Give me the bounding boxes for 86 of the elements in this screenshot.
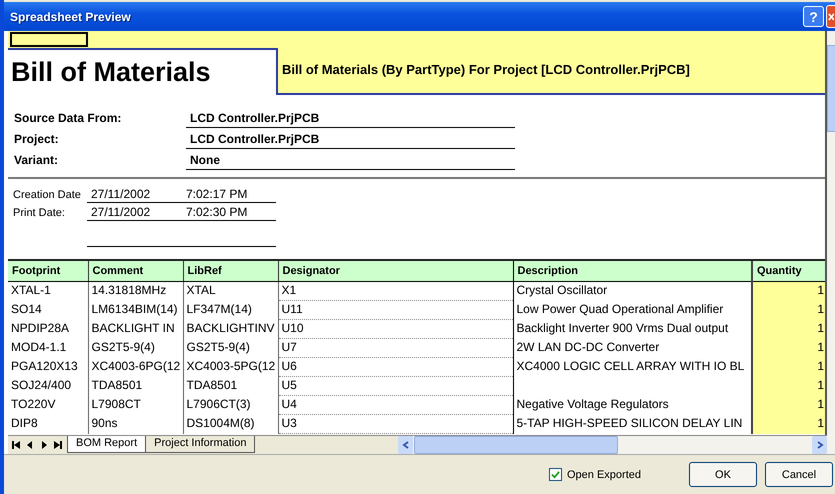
first-sheet-icon[interactable]: [10, 439, 22, 450]
field-value: None: [186, 153, 515, 170]
table-cell: BACKLIGHT IN: [92, 320, 175, 334]
table-cell: 90ns: [92, 416, 118, 430]
table-cell: Negative Voltage Regulators: [516, 396, 669, 410]
scroll-thumb[interactable]: [414, 436, 618, 454]
table-cell: U7: [282, 340, 297, 354]
table-cell: GS2T5-9(4): [186, 340, 250, 354]
table-cell: U11: [282, 302, 303, 316]
table-cell: TDA8501: [92, 378, 142, 392]
close-icon[interactable]: [828, 12, 834, 21]
table-cell: XC4000 LOGIC CELL ARRAY WITH IO BL: [516, 358, 744, 372]
table-cell: 1: [817, 358, 824, 372]
table-cell: XC4003-6PG(12: [92, 358, 180, 372]
table-cell: BACKLIGHTINV: [186, 320, 275, 334]
table-cell: U3: [282, 416, 297, 430]
table-cell: 1: [817, 283, 824, 297]
table-cell: 2W LAN DC-DC Converter: [516, 340, 660, 354]
table-cell: PGA120X13: [11, 358, 78, 372]
date-label: Print Date:: [12, 207, 66, 221]
time-value: 7:02:30 PM: [186, 205, 248, 220]
dialog-button[interactable]: OK: [689, 462, 757, 487]
column-header[interactable]: Quantity: [752, 260, 825, 282]
column-header[interactable]: Description: [513, 260, 752, 282]
column-header[interactable]: LibRef: [183, 260, 278, 282]
checkbox-label: Open Exported: [567, 468, 641, 480]
field-label: Variant:: [13, 153, 60, 169]
table-cell: DIP8: [11, 416, 38, 430]
table-cell: L7906CT(3): [186, 396, 251, 410]
help-button[interactable]: ?: [803, 6, 824, 27]
table-cell: LF347M(14): [186, 302, 252, 316]
table-cell: L7908CT: [92, 396, 141, 410]
table-cell: Backlight Inverter 900 Vrms Dual output: [516, 320, 728, 334]
table-cell: U5: [282, 378, 297, 392]
scroll-thumb[interactable]: [827, 45, 835, 132]
table-cell: NPDIP28A: [11, 320, 70, 334]
table-cell: 1: [817, 396, 824, 410]
column-header[interactable]: Designator: [278, 260, 513, 282]
dialog-button[interactable]: Cancel: [765, 462, 833, 487]
table-cell: XTAL: [186, 283, 216, 297]
vertical-scrollbar[interactable]: [827, 31, 835, 454]
column-header[interactable]: Footprint: [8, 260, 88, 282]
close-button[interactable]: [826, 5, 835, 28]
field-value: LCD Controller.PrjPCB: [186, 132, 515, 149]
field-value: LCD Controller.PrjPCB: [186, 111, 515, 128]
horizontal-scrollbar[interactable]: [398, 436, 827, 454]
table-cell: 14.31818MHz: [92, 283, 166, 297]
table-cell: XTAL-1: [11, 283, 51, 297]
time-value: 7:02:17 PM: [186, 187, 248, 202]
table-cell: SO14: [11, 302, 42, 316]
table-cell: Crystal Oscillator: [516, 283, 608, 297]
table-cell: LM6134BIM(14): [92, 302, 178, 316]
table-cell: X1: [282, 283, 296, 297]
sheet-tab[interactable]: Project Information: [145, 436, 256, 453]
report-subtitle: Bill of Materials (By PartType) For Project [LCD Controller.PrjPCB]: [282, 62, 690, 76]
table-cell: 1: [817, 378, 824, 392]
date-label: Creation Date: [12, 189, 82, 203]
table-cell: 1: [817, 416, 824, 430]
table-cell: 1: [817, 302, 824, 316]
selected-cell[interactable]: [10, 32, 88, 47]
table-cell: TO220V: [11, 396, 56, 410]
table-cell: SOJ24/400: [11, 378, 72, 392]
column-header[interactable]: Comment: [88, 260, 183, 282]
table-cell: MOD4-1.1: [11, 340, 66, 354]
sheet-tab[interactable]: BOM Report: [67, 436, 146, 453]
report-title: Bill of Materials: [8, 48, 278, 95]
checkbox[interactable]: [549, 468, 562, 481]
table-cell: U10: [282, 321, 304, 335]
table-cell: XC4003-5PG(12: [186, 358, 276, 372]
last-sheet-icon[interactable]: [52, 439, 64, 450]
table-cell: 5-TAP HIGH-SPEED SILICON DELAY LIN: [516, 416, 742, 430]
date-value: 27/11/2002: [90, 205, 152, 220]
table-cell: 1: [817, 320, 824, 334]
field-label: Project:: [13, 132, 60, 148]
scroll-right-icon[interactable]: [812, 436, 827, 454]
table-cell: U4: [282, 397, 297, 411]
date-value: 27/11/2002: [90, 187, 152, 202]
table-cell: DS1004M(8): [186, 416, 255, 430]
table-cell: GS2T5-9(4): [92, 340, 155, 354]
table-cell: TDA8501: [186, 378, 238, 392]
table-cell: U6: [282, 359, 297, 373]
table-cell: 1: [817, 340, 824, 354]
field-label: Source Data From:: [13, 111, 122, 127]
table-cell: Low Power Quad Operational Amplifier: [516, 302, 724, 316]
scroll-left-icon[interactable]: [398, 436, 413, 454]
window-title: Spreadsheet Preview: [10, 10, 132, 24]
